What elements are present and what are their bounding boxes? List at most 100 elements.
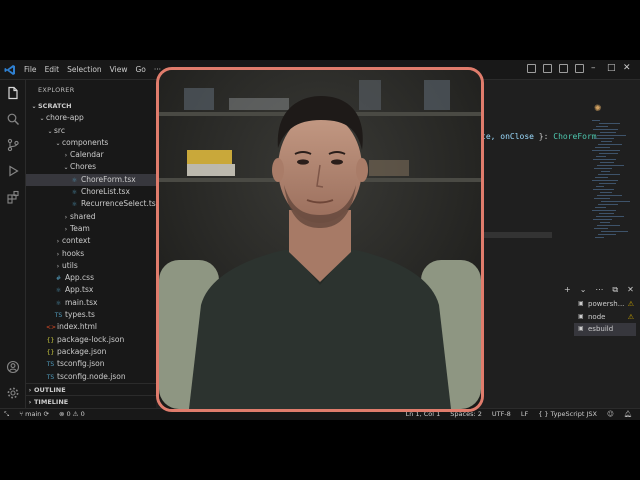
tree-folder[interactable]: ⌄SCRATCH [26, 100, 156, 112]
minimap-line [599, 153, 618, 154]
tree-file[interactable]: {} package-lock.json [26, 334, 156, 346]
tree-file[interactable]: TS tsconfig.json [26, 358, 156, 370]
tree-file[interactable]: TS types.ts [26, 309, 156, 321]
tree-folder[interactable]: ⌄chore-app [26, 112, 156, 124]
toggle-sidebar-icon[interactable] [527, 64, 536, 73]
minimap-line [592, 150, 620, 151]
minimap-line [596, 156, 606, 157]
tree-folder[interactable]: › context [26, 235, 156, 247]
branch-status[interactable]: ⑂ main ⟳ [19, 409, 49, 420]
terminal-tab-label: esbuild [588, 325, 614, 333]
minimap[interactable] [592, 120, 632, 240]
tree-file[interactable]: <>index.html [26, 321, 156, 333]
tree-item-label: index.html [57, 322, 97, 332]
terminal-more-icon[interactable]: ⋯ [595, 285, 603, 295]
minimap-line [597, 225, 620, 226]
toggle-secondary-sidebar-icon[interactable] [559, 64, 568, 73]
customize-layout-icon[interactable] [575, 64, 584, 73]
menu-view[interactable]: View [110, 65, 128, 74]
notifications-icon[interactable]: 🔔︎ [624, 409, 632, 420]
tree-item-label: tsconfig.node.json [57, 371, 126, 381]
activity-bar [0, 80, 26, 408]
warning-count: 0 [80, 410, 85, 418]
menu-go[interactable]: Go [135, 65, 145, 74]
tree-item-label: package-lock.json [57, 334, 125, 344]
tree-file[interactable]: ⚛ ChoreForm.tsx [26, 173, 156, 187]
minimap-line [592, 120, 600, 121]
tree-item-label: src [54, 125, 65, 135]
copilot-status-icon[interactable]: ☺ [607, 409, 614, 420]
tree-item-label: utils [62, 260, 78, 270]
terminal-dropdown-icon[interactable]: ⌄ [580, 285, 587, 295]
minimap-line [598, 174, 620, 175]
tree-file[interactable]: ⚛ main.tsx [26, 297, 156, 309]
warning-icon: ⚠ [627, 312, 634, 321]
tree-file[interactable]: # App.css [26, 272, 156, 284]
terminal-tab[interactable]: ▣ esbuild [574, 323, 636, 336]
source-control-icon[interactable] [6, 138, 20, 152]
tree-folder[interactable]: › Team [26, 223, 156, 235]
terminal-tab[interactable]: ▣ powersh... ⚠ [574, 298, 636, 311]
maximize-panel-icon[interactable]: ⧉ [612, 285, 618, 295]
minimap-line [596, 216, 624, 217]
branch-name: main [25, 410, 42, 418]
menu-edit[interactable]: Edit [45, 65, 60, 74]
tree-file[interactable]: {} package.json [26, 346, 156, 358]
search-icon[interactable] [6, 112, 20, 126]
error-count: 0 [66, 410, 71, 418]
maximize-icon[interactable]: □ [607, 64, 616, 73]
close-window-icon[interactable]: ✕ [623, 64, 632, 73]
tree-item-label: RecurrenceSelect.tsx [81, 199, 161, 209]
outline-section[interactable]: › OUTLINE [26, 383, 156, 395]
minimap-line [598, 144, 622, 145]
toggle-panel-icon[interactable] [543, 64, 552, 73]
tree-file[interactable]: ⚛ ChoreList.tsx [26, 186, 156, 198]
menu-selection[interactable]: Selection [67, 65, 102, 74]
run-debug-icon[interactable] [6, 164, 20, 178]
tree-folder[interactable]: ⌄components [26, 137, 156, 149]
minimap-line [596, 126, 608, 127]
problems-status[interactable]: ⊗ 0 ⚠ 0 [59, 409, 85, 420]
encoding[interactable]: UTF-8 [492, 409, 511, 420]
minimize-icon[interactable]: – [591, 64, 600, 73]
terminal-icon: ▣ [578, 325, 584, 332]
minimap-line [597, 165, 624, 166]
minimap-line [593, 219, 612, 220]
tree-file[interactable]: TS tsconfig.node.json [26, 371, 156, 383]
tree-item-label: shared [70, 211, 96, 221]
end-of-line[interactable]: LF [521, 409, 528, 420]
tree-item-label: Chores [70, 162, 97, 172]
remote-icon[interactable]: ⤡ [4, 409, 9, 420]
account-icon[interactable] [6, 360, 20, 374]
copilot-icon[interactable]: ✺ [594, 104, 602, 114]
terminal-tab[interactable]: ▣ node ⚠ [574, 311, 636, 324]
tree-item-label: ChoreForm.tsx [81, 174, 136, 184]
close-panel-icon[interactable]: ✕ [627, 285, 634, 295]
tree-item-label: tsconfig.json [57, 359, 105, 369]
tree-folder[interactable]: › Calendar [26, 149, 156, 161]
tree-file[interactable]: ⚛ App.tsx [26, 284, 156, 296]
code-line[interactable]: te, onClose }: ChoreForm [481, 132, 597, 141]
tree-folder[interactable]: › hooks [26, 248, 156, 260]
new-terminal-icon[interactable]: + [564, 285, 571, 295]
settings-gear-icon[interactable] [6, 386, 20, 400]
explorer-icon[interactable] [6, 86, 20, 100]
minimap-line [594, 138, 614, 139]
tree-folder[interactable]: › shared [26, 211, 156, 223]
minimap-line [597, 135, 626, 136]
ts-file-icon: TS [46, 373, 55, 381]
tree-folder[interactable]: ⌄Chores [26, 161, 156, 173]
language-mode[interactable]: { } TypeScript JSX [538, 409, 597, 420]
minimap-line [599, 213, 614, 214]
menu-file[interactable]: File [24, 65, 37, 74]
horizontal-scrollbar[interactable] [482, 232, 552, 238]
timeline-section[interactable]: › TIMELINE [26, 395, 156, 407]
explorer-title: EXPLORER [38, 86, 75, 94]
terminal-icon: ▣ [578, 312, 584, 320]
tree-item-label: SCRATCH [38, 102, 72, 110]
tree-folder[interactable]: › utils [26, 260, 156, 272]
tree-item-label: types.ts [65, 310, 95, 320]
tree-folder[interactable]: ⌄src [26, 125, 156, 137]
extensions-icon[interactable] [6, 190, 20, 204]
tree-file[interactable]: ⚛ RecurrenceSelect.tsx [26, 198, 160, 210]
